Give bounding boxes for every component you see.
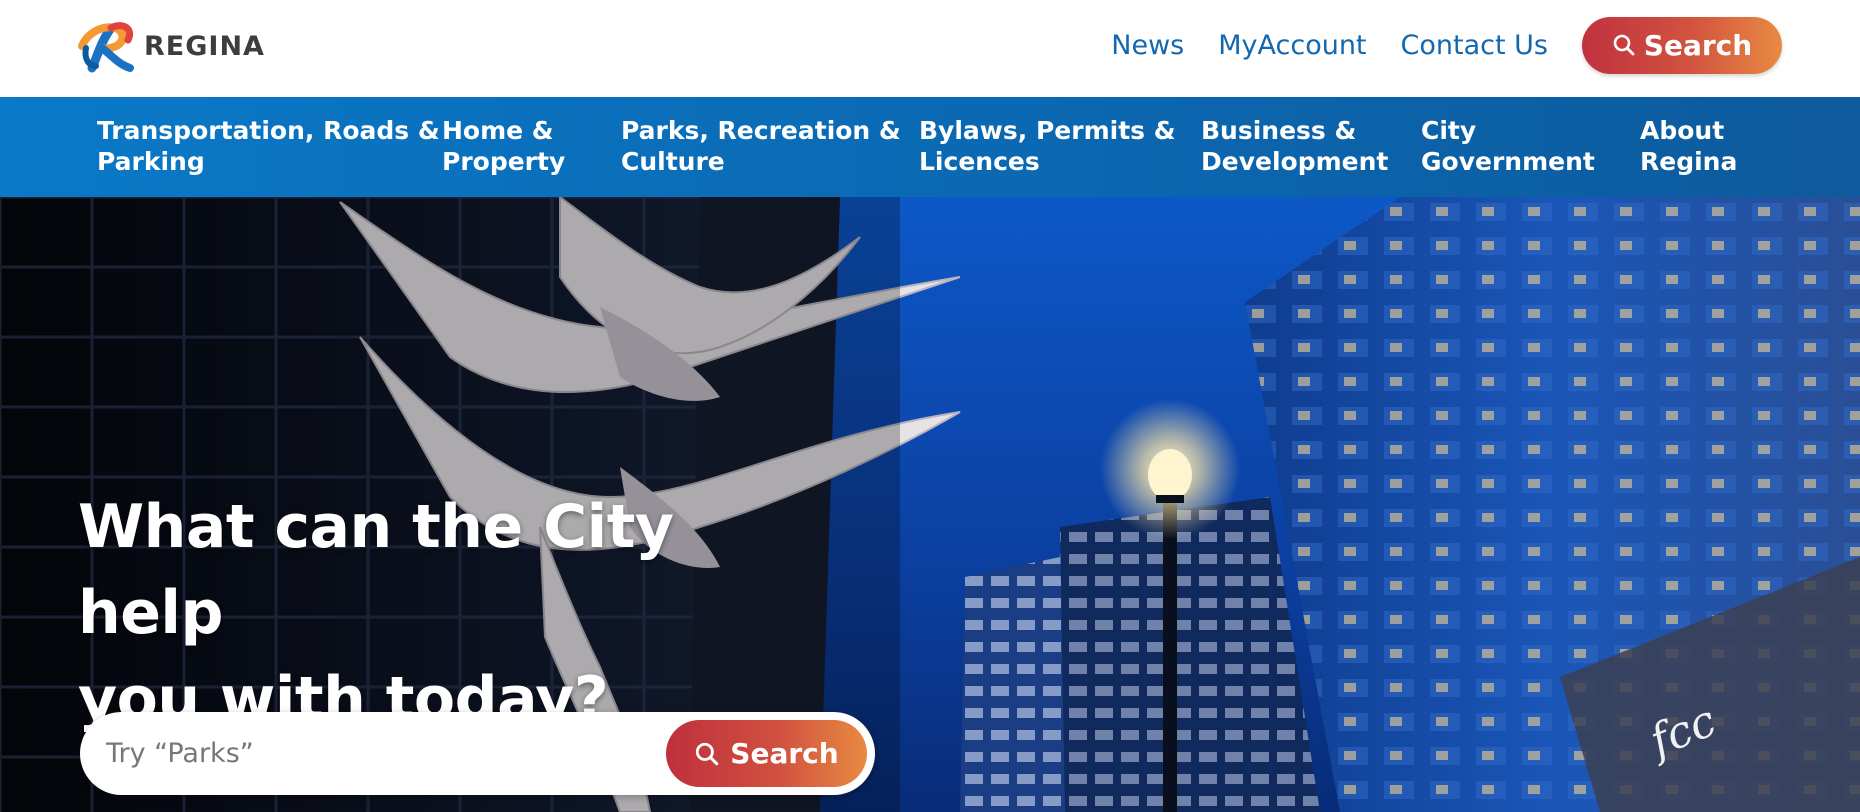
nav-item-transportation[interactable]: Transportation, Roads & Parking bbox=[97, 115, 440, 177]
nav-item-about-regina[interactable]: About Regina bbox=[1640, 115, 1737, 177]
hero-search-button[interactable]: Search bbox=[666, 720, 867, 787]
contact-us-link[interactable]: Contact Us bbox=[1401, 30, 1548, 61]
nav-item-label: Government bbox=[1421, 147, 1595, 176]
logo-text: REGINA bbox=[144, 30, 265, 62]
search-icon bbox=[1613, 34, 1635, 56]
nav-item-business-development[interactable]: Business & Development bbox=[1201, 115, 1388, 177]
header-search-button[interactable]: Search bbox=[1582, 16, 1782, 74]
nav-item-bylaws-permits[interactable]: Bylaws, Permits & Licences bbox=[919, 115, 1176, 177]
nav-item-label: Home & bbox=[442, 116, 554, 145]
nav-item-label: City bbox=[1421, 116, 1477, 145]
search-icon bbox=[696, 742, 719, 765]
nav-item-city-government[interactable]: City Government bbox=[1421, 115, 1595, 177]
hero-search-input[interactable] bbox=[106, 712, 646, 795]
nav-item-label: Transportation, Roads & bbox=[97, 116, 440, 145]
utility-links: News MyAccount Contact Us Search bbox=[1111, 0, 1860, 90]
hero-title: What can the City help you with today? bbox=[78, 484, 838, 742]
hero-search-label: Search bbox=[730, 737, 839, 770]
hero-search-bar: Search bbox=[80, 712, 875, 795]
nav-item-label: Licences bbox=[919, 147, 1040, 176]
hero-title-line-1: What can the City help bbox=[78, 492, 674, 648]
nav-item-label: Bylaws, Permits & bbox=[919, 116, 1176, 145]
nav-item-label: Parking bbox=[97, 147, 205, 176]
regina-logo-mark-icon bbox=[78, 22, 134, 73]
nav-item-parks-recreation[interactable]: Parks, Recreation & Culture bbox=[621, 115, 901, 177]
nav-item-label: Culture bbox=[621, 147, 725, 176]
regina-logo[interactable]: REGINA bbox=[78, 18, 265, 74]
news-link[interactable]: News bbox=[1111, 30, 1184, 61]
nav-item-label: Property bbox=[442, 147, 566, 176]
myaccount-link[interactable]: MyAccount bbox=[1218, 30, 1366, 61]
site-header: REGINA News MyAccount Contact Us Search bbox=[0, 0, 1860, 97]
hero-section: fcc What can the City help you with toda… bbox=[0, 197, 1860, 812]
nav-item-label: Parks, Recreation & bbox=[621, 116, 901, 145]
nav-item-label: Business & bbox=[1201, 116, 1357, 145]
nav-item-label: About bbox=[1640, 116, 1725, 145]
nav-item-label: Regina bbox=[1640, 147, 1738, 176]
nav-item-label: Development bbox=[1201, 147, 1389, 176]
nav-item-home-property[interactable]: Home & Property bbox=[442, 115, 565, 177]
main-navigation: Transportation, Roads & Parking Home & P… bbox=[0, 97, 1860, 197]
header-search-label: Search bbox=[1643, 28, 1753, 62]
